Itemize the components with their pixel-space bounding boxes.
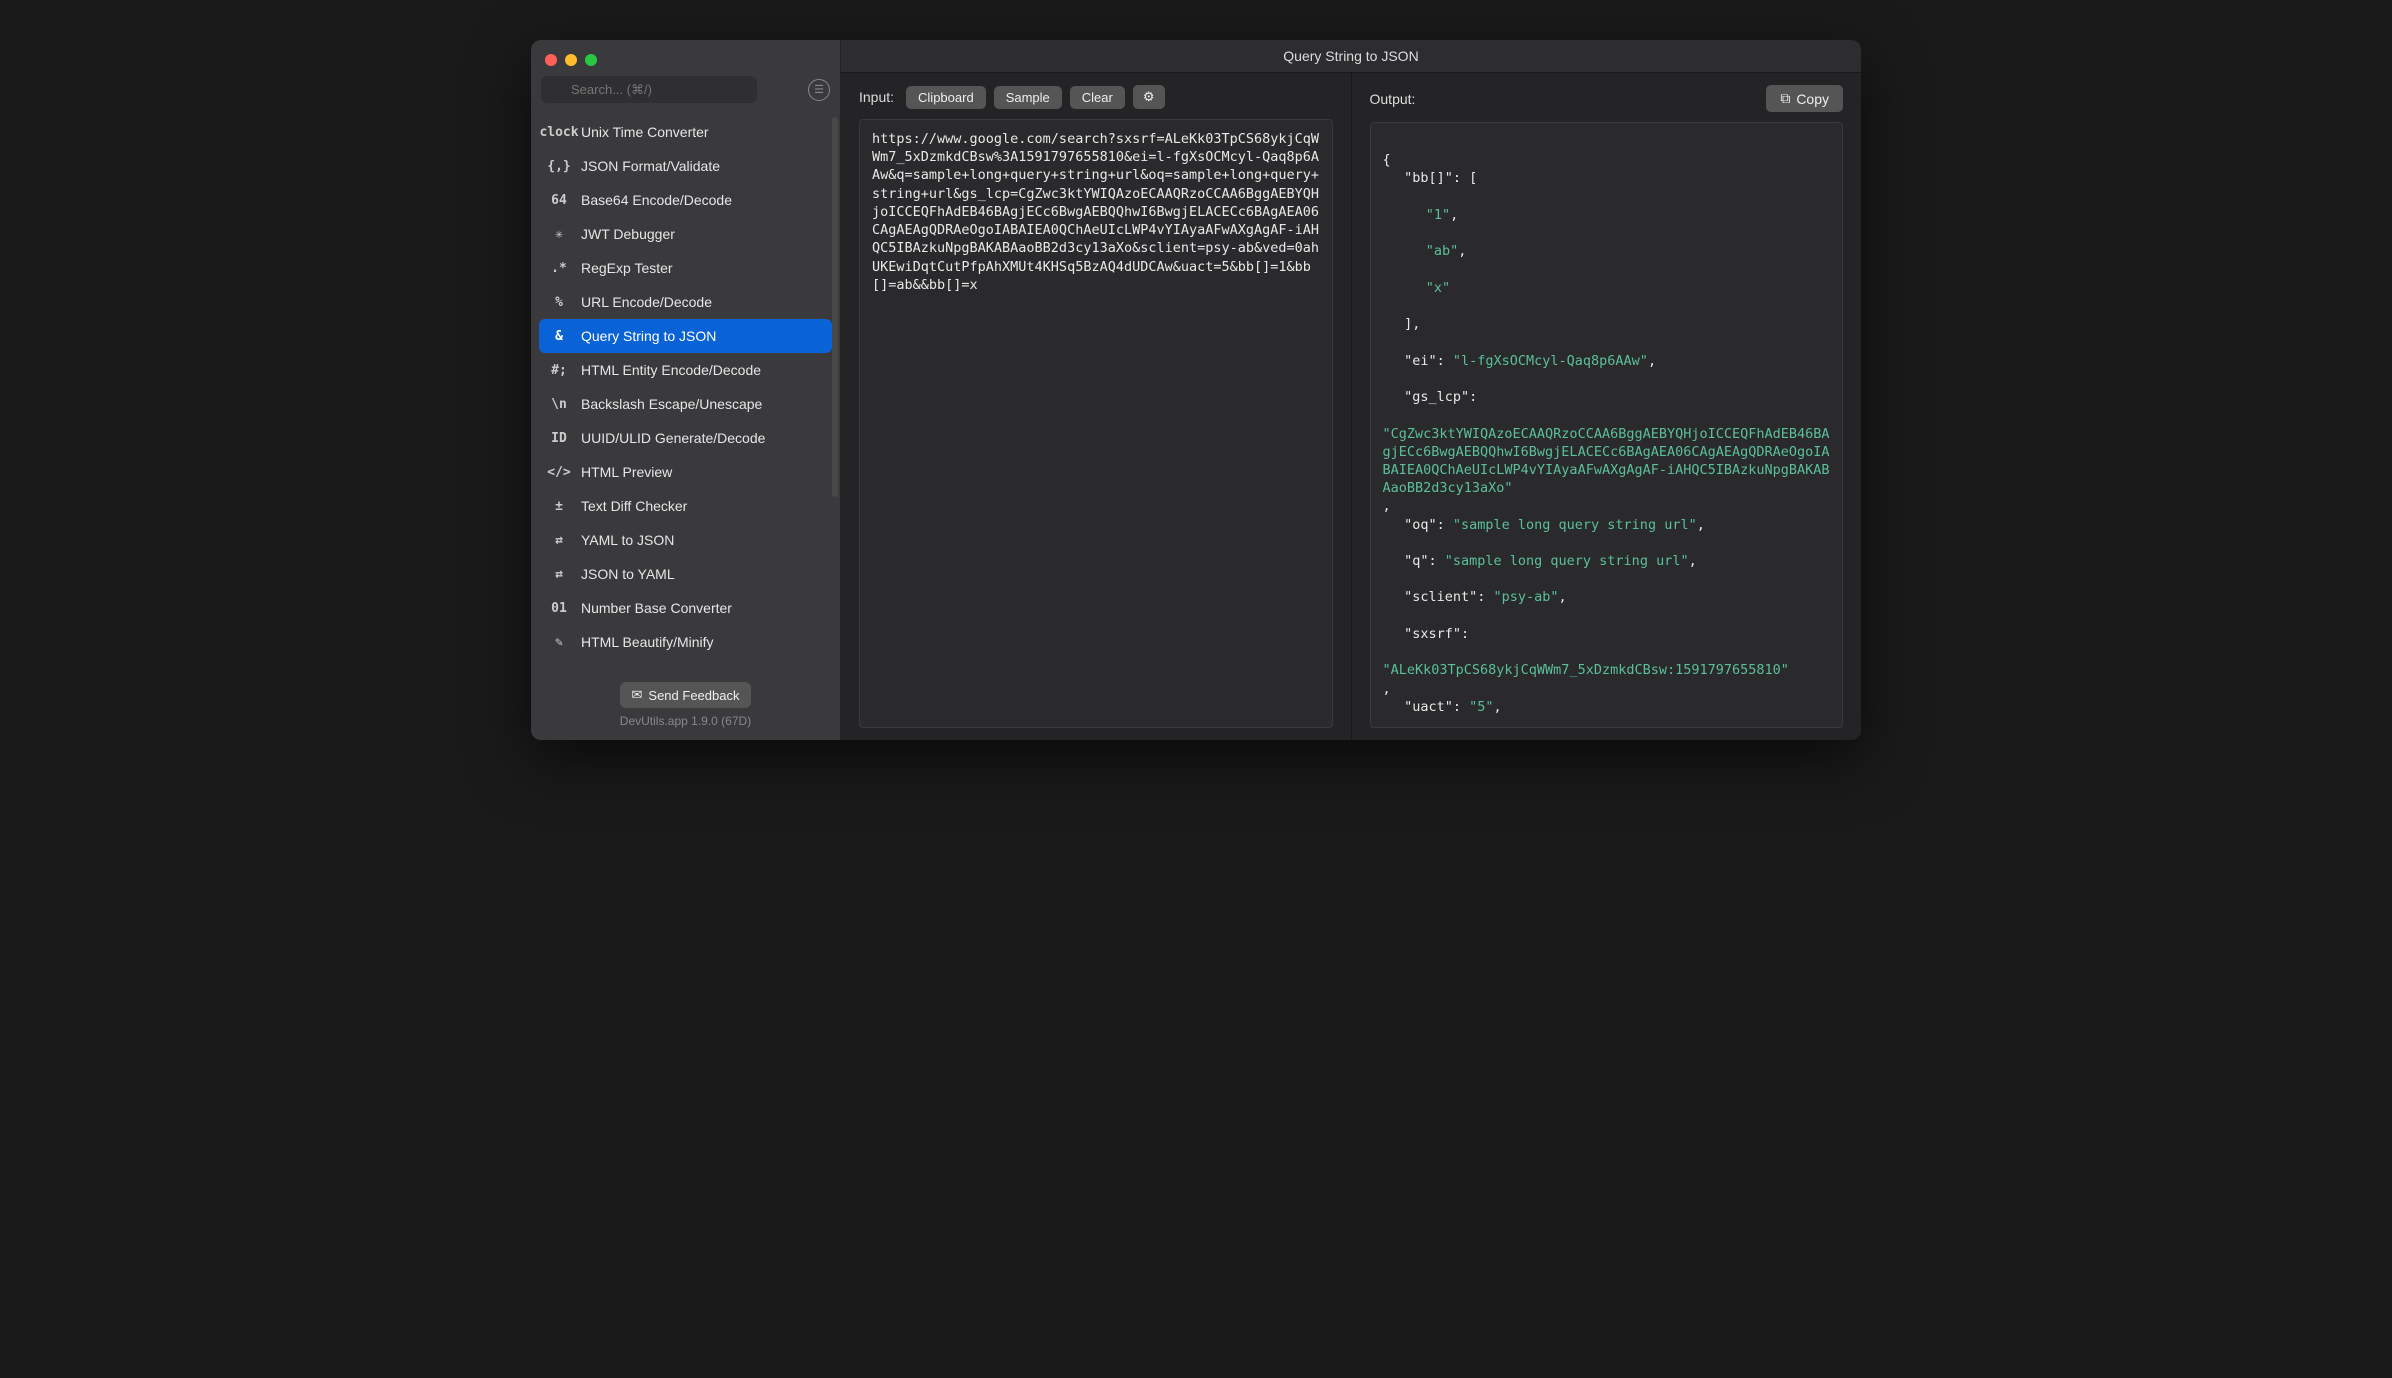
panels: Input: Clipboard Sample Clear ⚙ https://… [841,73,1861,740]
copy-button[interactable]: ⧉ Copy [1766,85,1843,112]
search-row: 🔍 ☰ [531,76,840,111]
sidebar-item[interactable]: ⇄ YAML to JSON [539,523,832,557]
sidebar-item[interactable]: clock Unix Time Converter [539,115,832,149]
sidebar-item-label: Unix Time Converter [581,124,709,140]
settings-button[interactable]: ⚙ [1133,85,1165,109]
sidebar-item-label: HTML Beautify/Minify [581,634,714,650]
sidebar-item[interactable]: .* RegExp Tester [539,251,832,285]
sidebar-item-label: Base64 Encode/Decode [581,192,732,208]
minimize-window-button[interactable] [565,54,577,66]
output-panel: Output: ⧉ Copy { "bb[]": [ "1", "ab", "x… [1351,73,1862,740]
sidebar-item-label: URL Encode/Decode [581,294,712,310]
sidebar-item-label: UUID/ULID Generate/Decode [581,430,765,446]
tool-icon: % [549,292,569,312]
sidebar-item[interactable]: </> HTML Preview [539,455,832,489]
tool-list[interactable]: clock Unix Time Converter {,} JSON Format/V… [531,111,840,674]
window-controls [531,40,840,76]
sidebar-item[interactable]: #; HTML Entity Encode/Decode [539,353,832,387]
copy-icon: ⧉ [1780,90,1790,107]
tool-icon: {,} [549,156,569,176]
filter-button[interactable]: ☰ [808,79,830,101]
output-label: Output: [1370,91,1416,107]
tool-icon: #; [549,360,569,380]
tool-icon: ✳ [549,224,569,244]
tool-icon: ⇄ [549,530,569,550]
tool-icon: clock [549,122,569,142]
tool-icon: & [549,326,569,346]
sidebar-item[interactable]: ✳ JWT Debugger [539,217,832,251]
sidebar-item-label: HTML Entity Encode/Decode [581,362,761,378]
sidebar-item-label: Number Base Converter [581,600,732,616]
tool-icon: ✎ [549,632,569,652]
tool-icon: 01 [549,598,569,618]
tool-icon: ID [549,428,569,448]
copy-label: Copy [1796,91,1829,107]
sidebar-item-label: JWT Debugger [581,226,675,242]
sidebar-item-label: JSON Format/Validate [581,158,720,174]
sidebar-item-label: RegExp Tester [581,260,673,276]
version-label: DevUtils.app 1.9.0 (67D) [541,714,830,728]
sidebar-item[interactable]: ⇄ JSON to YAML [539,557,832,591]
tool-icon: ± [549,496,569,516]
sidebar-footer: ✉ Send Feedback DevUtils.app 1.9.0 (67D) [531,674,840,740]
sidebar-item[interactable]: ID UUID/ULID Generate/Decode [539,421,832,455]
gear-icon: ⚙ [1143,89,1155,104]
tool-icon: 64 [549,190,569,210]
maximize-window-button[interactable] [585,54,597,66]
input-textarea[interactable]: https://www.google.com/search?sxsrf=ALeK… [859,119,1333,728]
sidebar-item-label: YAML to JSON [581,532,674,548]
output-header: Output: ⧉ Copy [1370,85,1844,112]
search-input[interactable] [541,76,757,103]
sidebar-item-label: JSON to YAML [581,566,675,582]
tool-icon: ⇄ [549,564,569,584]
tool-icon: \n [549,394,569,414]
sidebar-item[interactable]: 01 Number Base Converter [539,591,832,625]
sidebar: 🔍 ☰ clock Unix Time Converter {,} JSON Form… [531,40,841,740]
tool-icon: </> [549,462,569,482]
sidebar-item[interactable]: 64 Base64 Encode/Decode [539,183,832,217]
output-textarea[interactable]: { "bb[]": [ "1", "ab", "x" ], "ei": "l-f… [1370,122,1844,728]
sample-button[interactable]: Sample [994,86,1062,109]
input-header: Input: Clipboard Sample Clear ⚙ [859,85,1333,109]
clipboard-button[interactable]: Clipboard [906,86,986,109]
sidebar-item[interactable]: ✎ HTML Beautify/Minify [539,625,832,659]
page-title: Query String to JSON [841,40,1861,73]
mail-icon: ✉ [632,687,643,703]
sidebar-item[interactable]: % URL Encode/Decode [539,285,832,319]
sidebar-item-label: Text Diff Checker [581,498,687,514]
sidebar-item[interactable]: ± Text Diff Checker [539,489,832,523]
sidebar-item[interactable]: \n Backslash Escape/Unescape [539,387,832,421]
sidebar-item-label: HTML Preview [581,464,672,480]
close-window-button[interactable] [545,54,557,66]
app-window: 🔍 ☰ clock Unix Time Converter {,} JSON Form… [531,40,1861,740]
send-feedback-button[interactable]: ✉ Send Feedback [620,682,752,708]
tool-icon: .* [549,258,569,278]
main-area: Query String to JSON Input: Clipboard Sa… [841,40,1861,740]
sidebar-scrollbar[interactable] [832,117,838,497]
sidebar-item-label: Query String to JSON [581,328,716,344]
input-panel: Input: Clipboard Sample Clear ⚙ https://… [841,73,1351,740]
sidebar-item[interactable]: &Query String to JSON [539,319,832,353]
sidebar-item[interactable]: {,} JSON Format/Validate [539,149,832,183]
sidebar-item-label: Backslash Escape/Unescape [581,396,762,412]
clear-button[interactable]: Clear [1070,86,1125,109]
send-feedback-label: Send Feedback [648,688,739,703]
input-label: Input: [859,89,894,105]
